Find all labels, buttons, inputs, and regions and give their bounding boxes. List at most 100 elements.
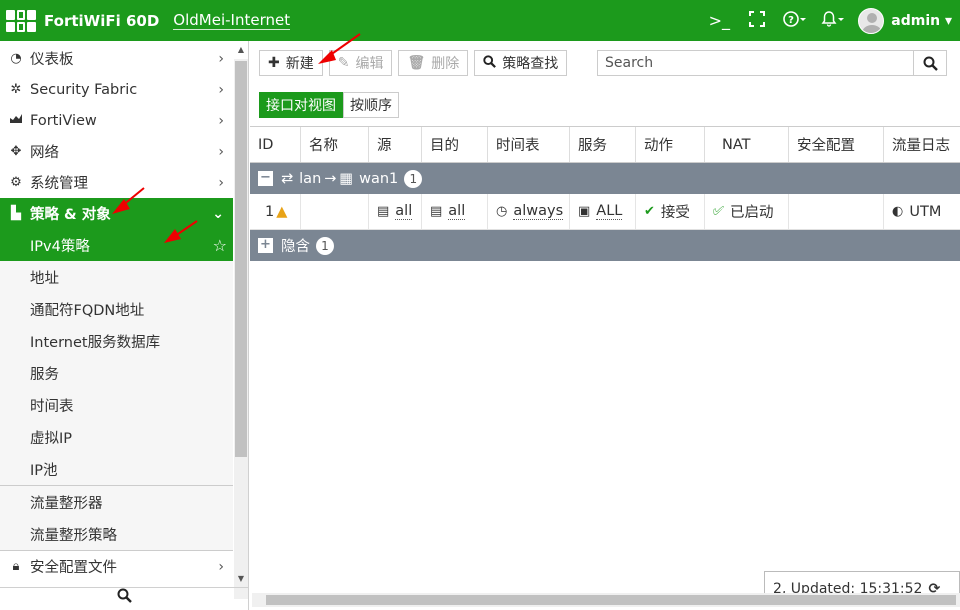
fortinet-logo[interactable]: FortiWiFi 60D	[0, 9, 160, 32]
column-header-nat[interactable]: NAT	[705, 127, 789, 162]
sidebar-subitem-ipv4-policy[interactable]: IPv4策略 ☆	[0, 229, 233, 261]
count-badge: 1	[316, 236, 334, 255]
sidebar-subitem-label: IPv4策略	[30, 238, 90, 255]
lock-icon: 🔒︎	[12, 559, 20, 574]
expand-icon[interactable]: +	[258, 238, 273, 253]
interface-pair-group-row[interactable]: − ⇄ lan → ▦ wan1 1	[250, 163, 960, 194]
source-value: all	[395, 203, 413, 220]
delete-label: 删除	[431, 56, 460, 72]
shield-icon: ◐	[892, 204, 904, 219]
delete-button[interactable]: 🗑︎ 删除	[398, 50, 469, 76]
cell-action: ✔ 接受	[636, 194, 705, 229]
column-header-source[interactable]: 源	[369, 127, 422, 162]
sidebar-item-label: 安全配置文件	[30, 560, 117, 576]
star-icon[interactable]: ☆	[213, 236, 227, 255]
cell-source[interactable]: ▤ all	[369, 194, 422, 229]
sidebar-subitem-address[interactable]: 地址	[0, 261, 233, 293]
admin-menu[interactable]: admin ▾	[891, 13, 952, 29]
column-header-action[interactable]: 动作	[636, 127, 705, 162]
fabric-icon: ✲	[10, 82, 22, 97]
sidebar-subitem-internet-service-db[interactable]: Internet服务数据库	[0, 325, 233, 357]
sidebar: ◔ 仪表板 › ✲ Security Fabric › FortiView › …	[0, 41, 249, 610]
service-icon: ▣	[578, 204, 591, 219]
column-header-security-profiles[interactable]: 安全配置	[789, 127, 884, 162]
check-circle-icon: ✅︎	[713, 204, 724, 219]
shuffle-icon: ⇄	[281, 170, 294, 187]
gear-icon: ⚙	[10, 175, 22, 190]
user-avatar[interactable]	[858, 7, 885, 34]
sidebar-item-label: 策略 & 对象	[30, 207, 111, 223]
cell-service[interactable]: ▣ ALL	[570, 194, 636, 229]
sidebar-item-network[interactable]: ✥ 网络 ›	[0, 136, 233, 167]
product-name: FortiWiFi 60D	[44, 11, 160, 30]
sidebar-item-policy-objects[interactable]: ▙ 策略 & 对象 ⌄	[0, 198, 233, 229]
nat-value: 已启动	[730, 205, 774, 221]
sidebar-item-security-profiles[interactable]: 🔒︎ 安全配置文件 ›	[0, 551, 233, 582]
column-header-schedule[interactable]: 时间表	[488, 127, 570, 162]
search-icon	[923, 56, 938, 71]
sidebar-subitem-services[interactable]: 服务	[0, 357, 233, 389]
trash-icon: 🗑︎	[407, 55, 426, 71]
table-header: ID 名称 源 目的 时间表 服务 动作 NAT 安全配置 流量日志	[250, 126, 960, 163]
sidebar-subitem-traffic-shapers[interactable]: 流量整形器	[0, 486, 233, 518]
sidebar-item-fortiview[interactable]: FortiView ›	[0, 105, 233, 136]
pencil-icon: ✎	[337, 55, 350, 71]
cell-log: ◐ UTM	[884, 194, 960, 229]
sidebar-subitem-schedules[interactable]: 时间表	[0, 389, 233, 421]
horizontal-scrollbar[interactable]	[252, 593, 960, 607]
fullscreen-icon[interactable]	[738, 10, 776, 31]
scroll-up-arrow[interactable]: ▲	[234, 43, 248, 57]
network-icon: ✥	[10, 144, 22, 159]
table-row[interactable]: 1 ▲ ▤ all ▤ all ◷ always ▣ ALL ✔ 接受 ✅︎ 已…	[250, 194, 960, 230]
sidebar-item-system[interactable]: ⚙ 系统管理 ›	[0, 167, 233, 198]
policy-table: ID 名称 源 目的 时间表 服务 动作 NAT 安全配置 流量日志 − ⇄ l…	[250, 126, 960, 261]
warning-icon: ▲	[276, 203, 288, 220]
interface-pair-view-button[interactable]: 接口对视图	[259, 92, 343, 118]
sidebar-item-label: 网络	[30, 145, 59, 161]
address-icon: ▤	[430, 204, 443, 219]
collapse-icon[interactable]: −	[258, 171, 273, 186]
column-header-id[interactable]: ID	[250, 127, 301, 162]
edit-button[interactable]: ✎ 编辑	[328, 50, 393, 76]
plus-icon: ✚	[268, 55, 280, 71]
policy-lookup-label: 策略查找	[502, 56, 559, 72]
bell-icon[interactable]	[814, 10, 852, 31]
sidebar-subitem-ip-pools[interactable]: IP池	[0, 453, 233, 485]
scroll-down-arrow[interactable]: ▼	[234, 572, 248, 586]
log-value: UTM	[909, 203, 942, 220]
sidebar-item-dashboard[interactable]: ◔ 仪表板 ›	[0, 43, 233, 74]
count-badge: 1	[404, 169, 423, 188]
column-header-service[interactable]: 服务	[570, 127, 636, 162]
column-header-name[interactable]: 名称	[301, 127, 369, 162]
chevron-right-icon: ›	[218, 143, 224, 160]
sidebar-scrollbar[interactable]	[234, 59, 248, 599]
cli-console-icon[interactable]: >_	[700, 11, 738, 30]
search-input[interactable]	[598, 51, 913, 75]
search-button[interactable]	[913, 51, 946, 75]
chevron-right-icon: ›	[218, 558, 224, 575]
column-header-destination[interactable]: 目的	[422, 127, 488, 162]
port-icon: ▦	[339, 170, 354, 187]
cell-destination[interactable]: ▤ all	[422, 194, 488, 229]
policy-lookup-button[interactable]: 策略查找	[474, 50, 568, 76]
sidebar-subitem-traffic-shaping-policy[interactable]: 流量整形策略	[0, 518, 233, 550]
main-panel: ✚ 新建 ✎ 编辑 🗑︎ 删除 策略查找 接口对视图 按顺序 ID 名称	[250, 41, 960, 610]
address-icon: ▤	[377, 204, 390, 219]
create-new-button[interactable]: ✚ 新建	[259, 50, 323, 76]
sidebar-subitem-virtual-ip[interactable]: 虚拟IP	[0, 421, 233, 453]
chevron-right-icon: ›	[218, 174, 224, 191]
sidebar-search-icon[interactable]	[0, 587, 249, 610]
sidebar-item-security-fabric[interactable]: ✲ Security Fabric ›	[0, 74, 233, 105]
sidebar-item-label: Security Fabric	[30, 81, 138, 98]
cell-name	[301, 194, 369, 229]
dashboard-icon: ◔	[10, 51, 22, 66]
sidebar-subitem-wildcard-fqdn[interactable]: 通配符FQDN地址	[0, 293, 233, 325]
logo-grid-icon	[6, 9, 36, 32]
hostname-link[interactable]: OldMei-Internet	[173, 11, 291, 30]
action-value: 接受	[660, 205, 690, 221]
column-header-log[interactable]: 流量日志	[884, 127, 960, 162]
help-icon[interactable]: ?	[776, 10, 814, 31]
implicit-group-row[interactable]: + 隐含 1	[250, 230, 960, 261]
cell-schedule[interactable]: ◷ always	[488, 194, 570, 229]
by-sequence-button[interactable]: 按顺序	[343, 92, 399, 118]
